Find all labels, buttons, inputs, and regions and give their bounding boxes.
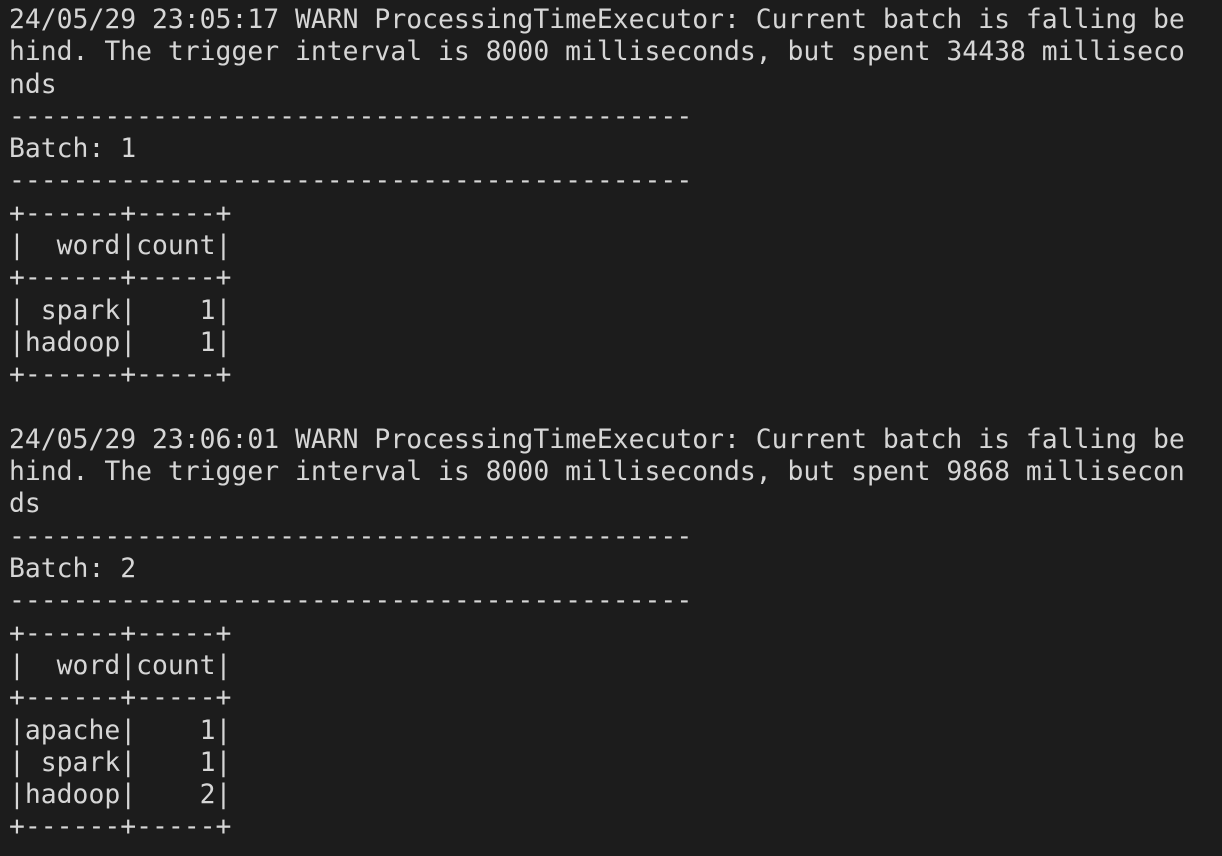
- terminal-output[interactable]: 24/05/29 23:05:17 WARN ProcessingTimeExe…: [0, 0, 1222, 856]
- table-border: +------+-----+: [9, 359, 232, 391]
- batch-header: Batch: 2: [9, 553, 137, 585]
- table-row: | spark| 1|: [9, 746, 232, 778]
- table-row: |hadoop| 2|: [9, 779, 232, 811]
- separator-line: ----------------------------------------…: [9, 520, 693, 552]
- log-line-warn-1a: 24/05/29 23:05:17 WARN ProcessingTimeExe…: [9, 4, 1185, 35]
- log-line-warn-1b: hind. The trigger interval is 8000 milli…: [9, 36, 1185, 68]
- table-row: |hadoop| 1|: [9, 326, 232, 358]
- table-border: +------+-----+: [9, 262, 232, 294]
- table-header-row: | word|count|: [9, 230, 232, 262]
- separator-line: ----------------------------------------…: [9, 165, 693, 197]
- log-line-warn-2b: hind. The trigger interval is 8000 milli…: [9, 456, 1185, 488]
- table-header-row: | word|count|: [9, 649, 232, 681]
- table-border: +------+-----+: [9, 682, 232, 714]
- table-border: +------+-----+: [9, 617, 232, 649]
- table-row: |apache| 1|: [9, 714, 232, 746]
- table-row: | spark| 1|: [9, 294, 232, 326]
- log-line-warn-1c: nds: [9, 68, 57, 100]
- log-line-warn-2c: ds: [9, 488, 41, 520]
- table-border: +------+-----+: [9, 197, 232, 229]
- separator-line: ----------------------------------------…: [9, 100, 693, 132]
- separator-line: ----------------------------------------…: [9, 585, 693, 617]
- table-border: +------+-----+: [9, 811, 232, 843]
- batch-header: Batch: 1: [9, 133, 137, 165]
- log-line-warn-2a: 24/05/29 23:06:01 WARN ProcessingTimeExe…: [9, 423, 1185, 455]
